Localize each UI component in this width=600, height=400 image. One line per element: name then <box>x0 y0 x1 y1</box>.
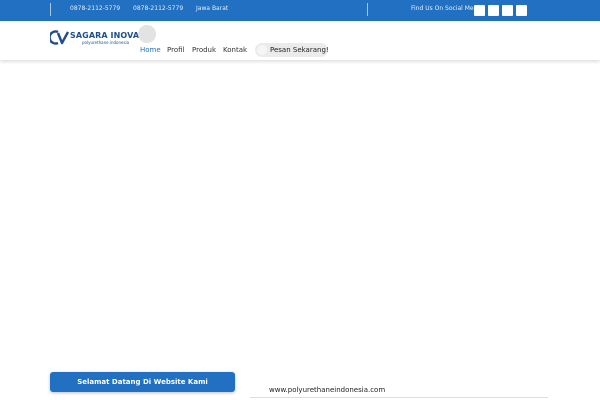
top-bar: 0878-2112-5779 0878-2112-5779 Jawa Barat… <box>0 0 600 21</box>
youtube-icon[interactable] <box>516 5 527 16</box>
facebook-icon[interactable] <box>474 5 485 16</box>
location-text: Jawa Barat <box>196 5 229 12</box>
divider <box>367 3 368 16</box>
order-button-dot <box>257 45 267 55</box>
avatar <box>138 25 156 43</box>
logo-tagline: polyurethane indonesia <box>82 40 130 45</box>
logo-brand-text: SAGARA INOVASI <box>70 31 149 40</box>
nav-item-home[interactable]: Home <box>140 46 161 54</box>
nav-item-profil[interactable]: Profil <box>167 46 184 54</box>
welcome-button[interactable]: Selamat Datang Di Website Kami <box>50 372 235 392</box>
instagram-icon[interactable] <box>502 5 513 16</box>
order-now-button[interactable]: Pesan Sekarang! <box>255 43 329 57</box>
phone-number-2[interactable]: 0878-2112-5779 <box>133 5 183 12</box>
phone-number-1[interactable]: 0878-2112-5779 <box>70 5 120 12</box>
logo-mark-icon <box>50 30 69 45</box>
nav-item-kontak[interactable]: Kontak <box>223 46 247 54</box>
divider <box>50 3 51 16</box>
social-media-label: Find Us On Social Media <box>411 5 483 12</box>
order-button-label: Pesan Sekarang! <box>270 46 329 54</box>
website-url[interactable]: www.polyurethaneindonesia.com <box>269 386 385 394</box>
twitter-icon[interactable] <box>488 5 499 16</box>
site-logo[interactable]: SAGARA INOVASI polyurethane indonesia <box>50 29 148 51</box>
nav-item-produk[interactable]: Produk <box>192 46 216 54</box>
divider <box>250 397 548 398</box>
